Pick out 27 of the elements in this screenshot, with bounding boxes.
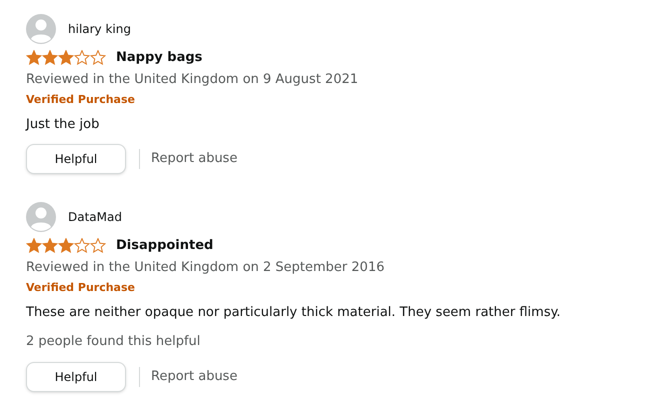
review-meta: Reviewed in the United Kingdom on 2 September 2016: [26, 258, 386, 276]
reviewer-name: hilary king: [68, 21, 131, 38]
review-title[interactable]: Disappointed: [116, 236, 214, 256]
star-icon: [58, 238, 74, 254]
avatar-icon: [26, 14, 56, 44]
review-body: These are neither opaque nor particularly thick material. They seem rather flimsy.: [26, 304, 562, 322]
star-icon: [90, 50, 106, 66]
star-icon: [58, 50, 74, 66]
star-icon: [90, 238, 106, 254]
helpful-button[interactable]: Helpful: [26, 144, 126, 174]
review-title[interactable]: Nappy bags: [116, 48, 202, 68]
verified-purchase-label: Verified Purchase: [26, 92, 136, 108]
review-meta: Reviewed in the United Kingdom on 9 August 2021: [26, 70, 360, 88]
star-icon: [74, 238, 90, 254]
star-icon: [74, 50, 90, 66]
star-icon: [26, 50, 42, 66]
star-icon: [42, 238, 58, 254]
helpful-count: 2 people found this helpful: [26, 333, 202, 351]
review-body: Just the job: [26, 116, 100, 134]
verified-purchase-label: Verified Purchase: [26, 280, 136, 296]
helpful-button[interactable]: Helpful: [26, 362, 126, 392]
avatar-icon: [26, 202, 56, 232]
report-abuse-link[interactable]: Report abuse: [151, 366, 238, 386]
reviewer-name: DataMad: [68, 209, 122, 226]
report-abuse-link[interactable]: Report abuse: [151, 149, 238, 169]
star-icon: [42, 50, 58, 66]
star-icon: [26, 238, 42, 254]
